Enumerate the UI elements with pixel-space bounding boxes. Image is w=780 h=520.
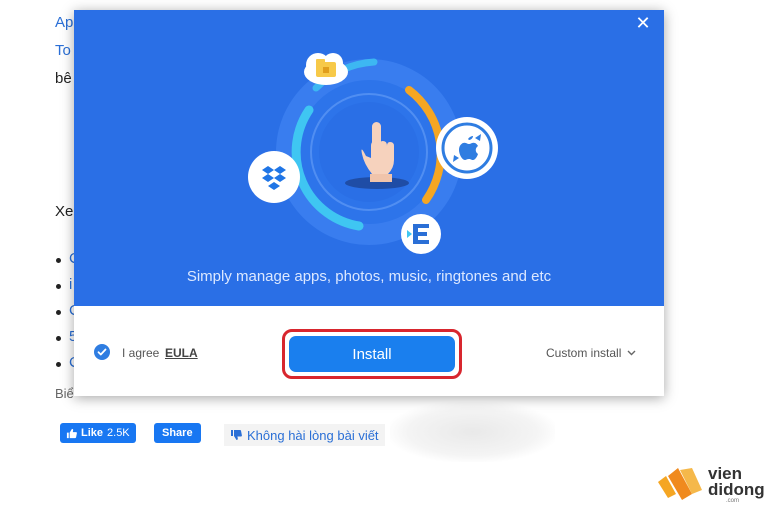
e-icon (401, 214, 441, 254)
apple-sync-icon (436, 117, 498, 179)
article-link-1[interactable]: Ap (55, 14, 73, 31)
agree-label: I agree (122, 346, 160, 360)
chevron-down-icon (627, 350, 636, 356)
tagline: Simply manage apps, photos, music, ringt… (186, 268, 552, 285)
facebook-like-button[interactable]: Like 2.5K (60, 423, 136, 443)
share-label: Share (162, 427, 193, 439)
article-text-1: bê (55, 70, 72, 87)
install-button[interactable]: Install (289, 336, 455, 372)
logo-text: vien didong (708, 465, 765, 499)
article-link-2[interactable]: To (55, 42, 71, 59)
logo-sub: .com (726, 498, 740, 504)
bullet-dot (56, 310, 61, 315)
bullet-dot (56, 336, 61, 341)
blurred-area (390, 402, 555, 462)
custom-install-dropdown[interactable]: Custom install (546, 346, 636, 360)
like-count: 2.5K (107, 427, 130, 439)
logo-mark-icon (658, 468, 702, 500)
like-label: Like (81, 427, 104, 439)
hero-illustration (248, 53, 498, 254)
site-logo: vien didong .com (656, 465, 771, 506)
article-text-2: Xe (55, 203, 74, 220)
folder-lock-icon (304, 53, 348, 85)
dropbox-icon (248, 151, 300, 203)
bullet-dot (56, 284, 61, 289)
hero-banner: ✕ Simply manage apps, photos, music, rin… (74, 10, 664, 306)
dislike-button[interactable]: Không hài lòng bài viết (224, 424, 385, 446)
custom-install-label: Custom install (546, 346, 622, 360)
dislike-label: Không hài lòng bài viết (247, 427, 379, 443)
dialog-footer: I agree EULA Install Custom install (74, 306, 664, 396)
install-highlight: Install (282, 329, 462, 379)
article-caption: Biể (55, 386, 74, 401)
installer-dialog: ✕ Simply manage apps, photos, music, rin… (74, 10, 664, 396)
thumbs-up-icon (66, 428, 77, 438)
thumbs-down-icon (231, 430, 242, 440)
agree-checkbox[interactable] (94, 344, 110, 360)
eula-link[interactable]: EULA (165, 346, 198, 360)
bullet-dot (56, 258, 61, 263)
checkmark-icon (97, 348, 107, 356)
logo-line-2: didong (708, 480, 765, 499)
bullet-link-2[interactable]: i (69, 276, 72, 293)
facebook-share-button[interactable]: Share (154, 423, 201, 443)
bullet-dot (56, 362, 61, 367)
